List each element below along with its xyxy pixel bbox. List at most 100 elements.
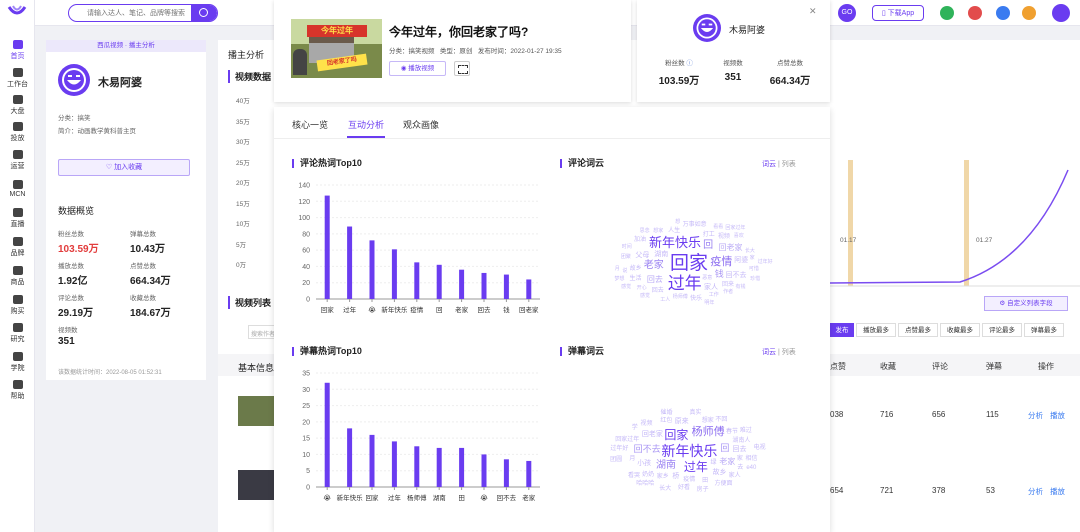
- cloud-word[interactable]: 湖南: [656, 460, 676, 471]
- search-box[interactable]: [68, 4, 218, 22]
- cloud-word[interactable]: 看哭: [628, 473, 640, 479]
- video-cover[interactable]: 今年过年 回老家了吗: [291, 19, 382, 78]
- star-icon[interactable]: [1022, 6, 1036, 20]
- cloud-word[interactable]: 催婚: [660, 410, 672, 416]
- cloud-word[interactable]: 喜欢: [734, 234, 744, 239]
- cloud-word[interactable]: 明年: [704, 301, 714, 306]
- cloud-word[interactable]: 父母: [635, 252, 649, 259]
- cloud-word[interactable]: 电视: [754, 445, 766, 451]
- sort-tab[interactable]: 发布: [830, 323, 854, 337]
- cloud-word[interactable]: 长大: [745, 248, 755, 254]
- bar[interactable]: [481, 454, 487, 487]
- cloud-word[interactable]: 有钱: [735, 285, 745, 290]
- cloud-word[interactable]: 过年: [684, 461, 708, 473]
- play-video-button[interactable]: ◉ 播放视频: [389, 61, 446, 76]
- cloud-word[interactable]: 月: [615, 267, 620, 272]
- cloud-word[interactable]: 去: [737, 465, 743, 471]
- sort-tab[interactable]: 播放最多: [856, 323, 896, 337]
- gift-icon[interactable]: [940, 6, 954, 20]
- bar[interactable]: [481, 272, 487, 299]
- cloud-word[interactable]: 恶意: [702, 275, 712, 281]
- bar[interactable]: [436, 264, 442, 299]
- qr-code-icon[interactable]: [454, 61, 470, 76]
- cloud-word[interactable]: 回老家: [718, 244, 742, 252]
- cloud-word[interactable]: 真实: [690, 410, 702, 416]
- sidebar-item-academy[interactable]: 学院: [0, 352, 35, 373]
- sort-tab[interactable]: 评论最多: [982, 323, 1022, 337]
- cloud-word[interactable]: 过年: [668, 275, 702, 292]
- bell-icon[interactable]: [968, 6, 982, 20]
- close-icon[interactable]: ✕: [809, 6, 817, 17]
- bar[interactable]: [503, 459, 509, 487]
- cloud-word[interactable]: 新年快乐: [661, 444, 717, 458]
- cloud-word[interactable]: 感觉: [640, 293, 650, 299]
- cloud-word[interactable]: 长大: [659, 486, 671, 492]
- play-link[interactable]: 播放: [1050, 410, 1065, 421]
- cloud-word[interactable]: e40: [746, 465, 756, 471]
- sidebar-item-goods[interactable]: 商品: [0, 266, 35, 287]
- cloud-word[interactable]: 难过: [740, 428, 752, 434]
- sidebar-item-mcn[interactable]: MCN: [0, 180, 35, 198]
- cloud-word[interactable]: 时间: [622, 244, 632, 250]
- cloud-word[interactable]: 桥: [672, 473, 679, 480]
- bar[interactable]: [347, 226, 353, 299]
- sort-tab[interactable]: 点赞最多: [898, 323, 938, 337]
- cloud-word[interactable]: 回不去: [726, 272, 747, 279]
- cloud-word[interactable]: 疫情: [710, 257, 732, 268]
- cloud-word[interactable]: 梦想: [615, 277, 625, 282]
- cloud-word[interactable]: 杨师傅: [692, 426, 725, 438]
- bar[interactable]: [347, 428, 353, 487]
- play-link[interactable]: 播放: [1050, 486, 1065, 497]
- cloud-word[interactable]: 回家过年: [615, 437, 639, 443]
- cloud-word[interactable]: 绿: [710, 460, 716, 466]
- cloud-word[interactable]: 看看: [713, 224, 723, 230]
- analyze-link[interactable]: 分析: [1028, 410, 1043, 421]
- cloud-word[interactable]: 家乡: [657, 474, 669, 480]
- list-view-button[interactable]: 列表: [782, 161, 796, 168]
- cloud-view-button[interactable]: 词云: [762, 349, 776, 356]
- cloud-word[interactable]: 老家: [644, 261, 664, 271]
- tab-audience-profile[interactable]: 观众画像: [403, 118, 439, 131]
- sidebar-item-purchase[interactable]: 购买: [0, 295, 35, 316]
- logo-icon[interactable]: [6, 3, 28, 19]
- video-search-input[interactable]: 搜索作者视频: [248, 325, 276, 339]
- sidebar-item-operation[interactable]: 运营: [0, 150, 35, 171]
- cloud-word[interactable]: 方便面: [715, 481, 733, 487]
- cloud-word[interactable]: 思念: [640, 228, 650, 234]
- bar[interactable]: [459, 447, 465, 487]
- cloud-word[interactable]: 春节: [726, 429, 738, 435]
- sidebar-item-ads[interactable]: 投放: [0, 122, 35, 143]
- cloud-word[interactable]: 回去: [647, 275, 663, 284]
- cloud-word[interactable]: 房子: [697, 487, 709, 493]
- cloud-word[interactable]: 加油: [634, 237, 646, 243]
- sidebar-item-research[interactable]: 研究: [0, 323, 35, 344]
- cloud-word[interactable]: 奶奶: [642, 472, 654, 478]
- cloud-word[interactable]: 可惜: [749, 267, 759, 272]
- cloud-word[interactable]: 哈哈哈: [636, 481, 654, 487]
- cloud-word[interactable]: 视频: [641, 421, 653, 427]
- download-app-button[interactable]: ▯ 下载App: [872, 5, 924, 21]
- cloud-word[interactable]: 珍惜: [750, 277, 760, 282]
- cloud-word[interactable]: 生活: [629, 276, 641, 282]
- cloud-word[interactable]: 阿婆: [734, 257, 748, 264]
- sidebar-item-help[interactable]: 帮助: [0, 380, 35, 401]
- cloud-word[interactable]: 疫情: [683, 477, 695, 483]
- cloud-word[interactable]: 回家: [664, 429, 688, 441]
- bar[interactable]: [414, 262, 420, 299]
- cloud-word[interactable]: 家人: [729, 473, 741, 479]
- cloud-word[interactable]: 团圆: [610, 457, 622, 463]
- search-button[interactable]: [191, 5, 217, 21]
- cloud-word[interactable]: 作者: [723, 289, 733, 295]
- cloud-word[interactable]: 家人: [704, 284, 718, 291]
- cloud-word[interactable]: 原来: [675, 418, 689, 425]
- cloud-word[interactable]: 回: [720, 444, 729, 453]
- cloud-word[interactable]: 回: [703, 240, 713, 251]
- go-button[interactable]: GO: [838, 4, 856, 22]
- sort-tab[interactable]: 收藏最多: [940, 323, 980, 337]
- bar[interactable]: [503, 274, 509, 299]
- cloud-word[interactable]: 钱: [715, 270, 724, 279]
- cloud-word[interactable]: 回家: [670, 254, 708, 273]
- cloud-word[interactable]: 相信: [746, 456, 758, 462]
- bar[interactable]: [369, 434, 375, 487]
- sort-tab[interactable]: 弹幕最多: [1024, 323, 1064, 337]
